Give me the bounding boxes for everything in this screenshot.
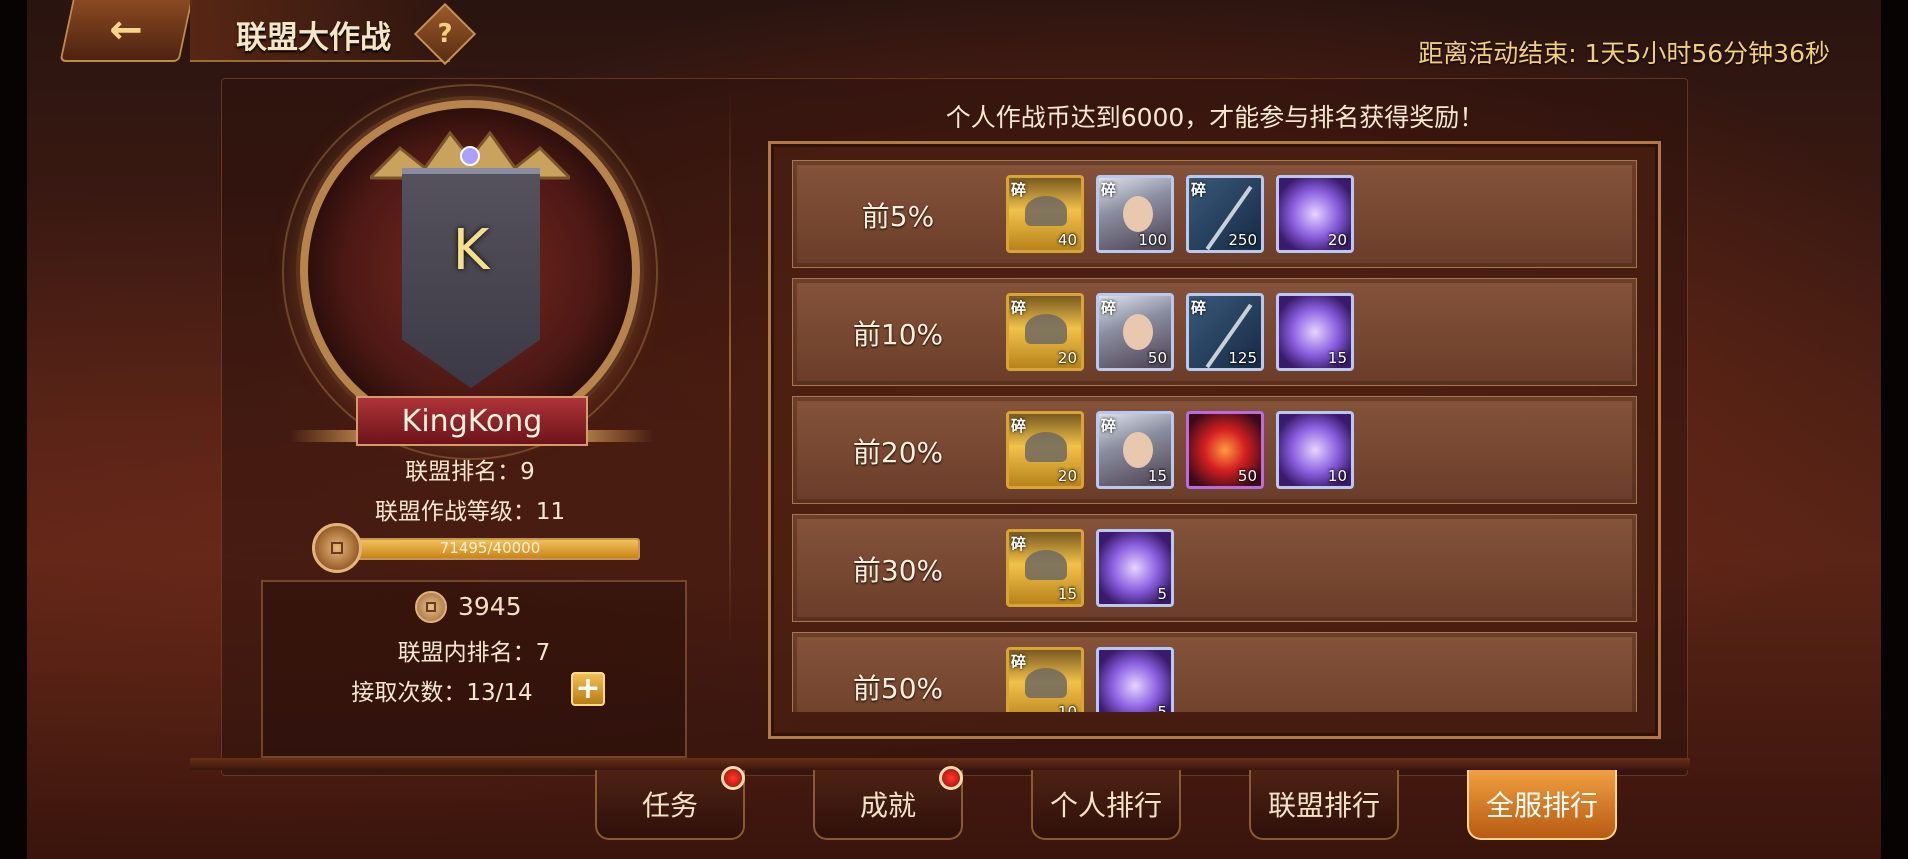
fragment-tag: 碎 [1101,181,1117,199]
reward-quantity: 20 [1327,231,1347,249]
fragment-tag: 碎 [1011,535,1027,553]
reward-quantity: 250 [1228,231,1257,249]
coin-icon [312,523,362,573]
chest-reward-icon[interactable]: 碎 20 [1006,293,1084,371]
hero-reward-icon[interactable]: 碎 100 [1096,175,1174,253]
reward-row: 前50% 碎 10 5 [792,632,1637,712]
right-letterbox [1881,0,1908,859]
reward-quantity: 15 [1057,585,1077,603]
countdown-label: 距离活动结束: [1418,39,1585,68]
reward-notice: 个人作战币达到6000，才能参与排名获得奖励！ [945,103,1485,132]
orb-reward-icon[interactable]: 5 [1096,529,1174,607]
chest-reward-icon[interactable]: 碎 10 [1006,647,1084,712]
reward-quantity: 15 [1147,467,1167,485]
fragment-tag: 碎 [1011,653,1027,671]
tab-strip [190,758,1690,770]
reward-row: 前5% 碎 40 碎 100 碎 250 20 [792,160,1637,268]
back-button[interactable]: ← [59,0,193,62]
battle-coin-icon [415,591,447,623]
page-title: 联盟大作战 [236,20,391,56]
tab-5[interactable]: 全服排行 [1467,770,1617,840]
reward-quantity: 15 [1327,349,1347,367]
countdown-value: 1天5小时56分钟36秒 [1584,39,1830,68]
reward-row: 前10% 碎 20 碎 50 碎 125 15 [792,278,1637,386]
reward-row: 前20% 碎 20 碎 15 50 10 [792,396,1637,504]
orb-reward-icon[interactable]: 10 [1276,411,1354,489]
reward-rank: 前30% [852,554,944,587]
left-letterbox [0,0,27,859]
reward-quantity: 125 [1228,349,1257,367]
reward-quantity: 10 [1057,703,1077,712]
orb-reward-icon[interactable]: 20 [1276,175,1354,253]
claim-count: 接取次数：13/14 [351,680,533,706]
reward-quantity: 20 [1057,349,1077,367]
reward-rank: 前20% [852,436,944,469]
member-rank: 联盟内排名：7 [397,640,551,666]
chest-reward-icon[interactable]: 碎 15 [1006,529,1084,607]
event-countdown: 距离活动结束: 1天5小时56分钟36秒 [1418,34,1830,70]
hero-reward-icon[interactable]: 碎 15 [1096,411,1174,489]
reward-quantity: 20 [1057,467,1077,485]
orb-reward-icon[interactable]: 5 [1096,647,1174,712]
chest-reward-icon[interactable]: 碎 40 [1006,175,1084,253]
reward-list[interactable]: 前5% 碎 40 碎 100 碎 250 20 前10% 碎 20 碎 50 碎 125 15 前20% 碎 20 碎… [792,160,1637,712]
reward-quantity: 50 [1147,349,1167,367]
fragment-tag: 碎 [1191,181,1207,199]
alliance-rank: 联盟排名：9 [405,459,535,485]
tab-4[interactable]: 联盟排行 [1249,770,1399,840]
reward-rank: 前50% [852,672,944,705]
tab-3[interactable]: 个人排行 [1031,770,1181,840]
emblem-letter: K [452,218,490,283]
fragment-tag: 碎 [1011,417,1027,435]
fragment-tag: 碎 [1011,181,1027,199]
hero-reward-icon[interactable]: 碎 50 [1096,293,1174,371]
alliance-battle-level: 联盟作战等级：11 [374,499,566,525]
reward-quantity: 50 [1237,467,1257,485]
chest-reward-icon[interactable]: 碎 20 [1006,411,1084,489]
reward-rank: 前5% [861,200,935,233]
reward-quantity: 10 [1327,467,1347,485]
weapon-reward-icon[interactable]: 碎 250 [1186,175,1264,253]
panel-divider [729,88,731,648]
xp-progress-text: 71495/40000 [439,539,541,557]
battle-coin-value: 3945 [458,592,522,621]
reward-row: 前30% 碎 15 5 [792,514,1637,622]
notification-badge [939,766,963,790]
reward-quantity: 100 [1138,231,1167,249]
fragment-tag: 碎 [1101,417,1117,435]
fragment-tag: 碎 [1101,299,1117,317]
reward-rank: 前10% [852,318,944,351]
shuriken-reward-icon[interactable]: 50 [1186,411,1264,489]
alliance-name: KingKong [356,396,588,446]
notification-badge [721,766,745,790]
add-claims-button[interactable]: + [571,672,605,706]
reward-quantity: 40 [1057,231,1077,249]
fragment-tag: 碎 [1011,299,1027,317]
reward-quantity: 5 [1157,703,1167,712]
reward-quantity: 5 [1157,585,1167,603]
question-icon: ? [437,19,453,49]
back-arrow-icon: ← [109,7,143,53]
fragment-tag: 碎 [1191,299,1207,317]
orb-reward-icon[interactable]: 15 [1276,293,1354,371]
weapon-reward-icon[interactable]: 碎 125 [1186,293,1264,371]
